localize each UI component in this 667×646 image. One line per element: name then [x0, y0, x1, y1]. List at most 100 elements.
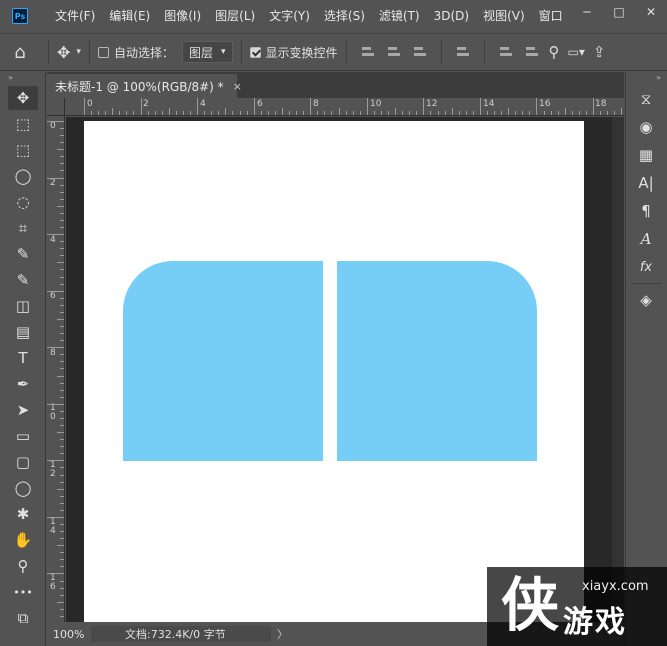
document-canvas[interactable] — [84, 121, 584, 622]
ruler-tick — [486, 111, 488, 115]
menu-list: 文件(F) 编辑(E) 图像(I) 图层(L) 文字(Y) 选择(S) 滤镜(T… — [48, 0, 570, 32]
options-bar: ⌂ ✥ ▾ 自动选择： 图层 ▾ 显示变换控件 ⚲ ▭▾ ⇪ — [0, 33, 667, 71]
custom-shape-tool-icon[interactable]: ✱ — [8, 502, 38, 526]
menu-view[interactable]: 视图(V) — [476, 0, 532, 32]
color-swap-icon[interactable]: ⧉ — [8, 606, 38, 630]
menu-select[interactable]: 选择(S) — [317, 0, 372, 32]
history-panel-icon[interactable]: ⧖ — [631, 86, 661, 112]
ruler-label: 2 — [143, 99, 149, 109]
home-icon[interactable]: ⌂ — [0, 42, 40, 63]
character-panel-icon[interactable]: A| — [631, 170, 661, 196]
marquee-tool-icon[interactable]: ⬚ — [8, 138, 38, 162]
show-transform-checkbox[interactable]: 显示变换控件 — [249, 44, 338, 61]
path-select-tool-icon[interactable]: ➤ — [8, 398, 38, 422]
ruler-tick — [585, 111, 587, 115]
ruler-tick — [281, 108, 283, 115]
eraser-tool-icon[interactable]: ◫ — [8, 294, 38, 318]
ruler-tick — [388, 111, 389, 115]
ruler-tick — [57, 375, 64, 377]
menu-edit[interactable]: 编辑(E) — [102, 0, 157, 32]
ruler-tick — [60, 135, 64, 137]
align-middle-icon[interactable] — [525, 45, 539, 59]
auto-select-target-dropdown[interactable]: 图层 ▾ — [181, 41, 233, 63]
collapse-icon[interactable]: » — [0, 72, 45, 84]
ruler-tick — [60, 227, 64, 229]
auto-select-checkbox[interactable]: 自动选择： — [97, 44, 174, 61]
menu-3d[interactable]: 3D(D) — [427, 0, 476, 32]
move-tool-icon[interactable]: ✥ — [8, 86, 38, 110]
menu-layer[interactable]: 图层(L) — [208, 0, 262, 32]
type-tool-icon[interactable]: T — [8, 346, 38, 370]
align-left-icon[interactable] — [361, 45, 375, 59]
ruler-label: 0 — [50, 121, 56, 131]
document-tab[interactable]: 未标题-1 @ 100%(RGB/8#) * × — [47, 74, 242, 98]
divider — [240, 40, 242, 64]
rounded-rectangle-tool-icon[interactable]: ▢ — [8, 450, 38, 474]
styles-panel-icon[interactable]: fx — [631, 254, 661, 280]
canvas-area[interactable] — [66, 117, 624, 622]
checkbox-icon[interactable] — [97, 46, 109, 58]
pen-tool-icon[interactable]: ✒ — [8, 372, 38, 396]
distribute-icon[interactable] — [456, 45, 470, 59]
ruler-tick — [60, 212, 64, 214]
ruler-tick — [60, 191, 64, 193]
chevron-down-icon[interactable]: ▾ — [76, 47, 81, 57]
ruler-tick — [373, 111, 375, 115]
more-tools-icon[interactable]: ••• — [8, 580, 38, 604]
ruler-tick — [60, 425, 64, 426]
zoom-tool-icon[interactable]: ⚲ — [8, 554, 38, 578]
align-center-icon[interactable] — [387, 45, 401, 59]
checkbox-checked-icon[interactable] — [249, 46, 261, 58]
ruler-tick — [60, 439, 64, 441]
rounded-rectangle-shape-right[interactable] — [337, 261, 537, 461]
crop-tool-icon[interactable]: ⌗ — [8, 216, 38, 240]
close-icon[interactable]: × — [233, 80, 242, 93]
gradient-tool-icon[interactable]: ▤ — [8, 320, 38, 344]
menu-image[interactable]: 图像(I) — [157, 0, 208, 32]
eyedropper-tool-icon[interactable]: ✎ — [8, 242, 38, 266]
ruler-tick — [501, 111, 503, 115]
lasso-tool-icon[interactable]: ◯ — [8, 164, 38, 188]
menu-file[interactable]: 文件(F) — [48, 0, 102, 32]
maximize-button[interactable]: □ — [603, 0, 635, 24]
horizontal-ruler[interactable]: 0 2 4 6 8 10 12 14 16 18 — [65, 98, 624, 116]
move-tool-icon[interactable]: ✥ — [57, 43, 70, 62]
ruler-tick — [345, 111, 347, 115]
ruler-tick — [607, 111, 609, 115]
paragraph-panel-icon[interactable]: ¶ — [631, 198, 661, 224]
search-icon[interactable]: ⚲ — [549, 43, 560, 61]
ruler-tick — [60, 170, 64, 172]
share-icon[interactable]: ⇪ — [593, 43, 606, 61]
ruler-corner[interactable] — [47, 98, 65, 116]
ruler-tick — [60, 410, 64, 412]
menu-type[interactable]: 文字(Y) — [262, 0, 317, 32]
collapse-icon[interactable]: » — [626, 72, 667, 84]
zoom-level-field[interactable]: 100% — [47, 628, 91, 641]
align-top-icon[interactable] — [499, 45, 513, 59]
brush-tool-icon[interactable]: ✎ — [8, 268, 38, 292]
ruler-tick — [60, 615, 64, 617]
vertical-ruler[interactable]: 0 2 4 6 8 10 12 14 16 — [47, 116, 65, 622]
swatches-panel-icon[interactable]: ▦ — [631, 142, 661, 168]
layers-panel-icon[interactable]: ◈ — [631, 287, 661, 313]
ellipse-tool-icon[interactable]: ◯ — [8, 476, 38, 500]
menu-filter[interactable]: 滤镜(T) — [372, 0, 427, 32]
vertical-scrollbar[interactable] — [612, 117, 624, 622]
workspace-icon[interactable]: ▭▾ — [568, 45, 585, 59]
photoshop-logo: Ps — [12, 8, 28, 24]
hand-tool-icon[interactable]: ✋ — [8, 528, 38, 552]
menu-window[interactable]: 窗口 — [532, 0, 570, 32]
artboard-tool-icon[interactable]: ⬚ — [8, 112, 38, 136]
chevron-right-icon[interactable]: 〉 — [277, 626, 288, 642]
quick-select-tool-icon[interactable]: ◌ — [8, 190, 38, 214]
glyphs-panel-icon[interactable]: A — [631, 226, 661, 252]
minimize-button[interactable]: ─ — [571, 0, 603, 24]
align-right-icon[interactable] — [413, 45, 427, 59]
ruler-tick — [60, 523, 64, 525]
divider — [88, 40, 90, 64]
rounded-rectangle-shape-left[interactable] — [123, 261, 323, 461]
rectangle-tool-icon[interactable]: ▭ — [8, 424, 38, 448]
close-button[interactable]: ✕ — [635, 0, 667, 24]
color-panel-icon[interactable]: ◉ — [631, 114, 661, 140]
ruler-label: 12 — [426, 99, 438, 109]
